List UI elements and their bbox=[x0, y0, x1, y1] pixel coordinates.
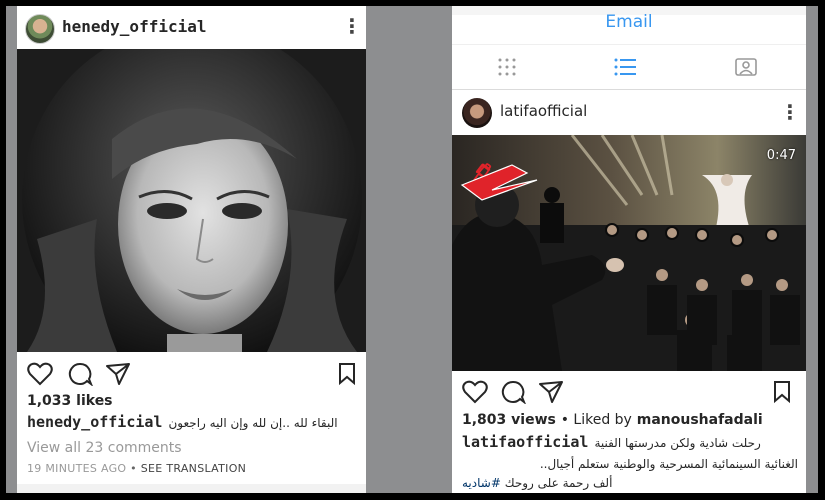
separator: • bbox=[130, 462, 137, 475]
caption-username[interactable]: henedy_official bbox=[27, 413, 162, 431]
email-button[interactable]: Email bbox=[452, 12, 806, 32]
post-header: henedy_official ⋮ bbox=[17, 6, 366, 49]
post-photo[interactable] bbox=[17, 49, 366, 352]
heart-icon[interactable] bbox=[27, 362, 53, 386]
post-video[interactable]: 🖋 0:47 bbox=[452, 135, 806, 371]
more-options-icon[interactable]: ⋮ bbox=[342, 16, 362, 36]
views-count[interactable]: 1,803 views bbox=[462, 412, 556, 428]
views-liked-by: 1,803 views • Liked by manoushafadali bbox=[462, 412, 763, 428]
liked-by-user[interactable]: manoushafadali bbox=[637, 412, 763, 428]
comment-icon[interactable] bbox=[67, 362, 93, 386]
caption: henedy_official البقاء لله ..إن لله وإن ا… bbox=[27, 413, 338, 431]
post-username[interactable]: latifaofficial bbox=[500, 102, 587, 120]
portrait-image bbox=[17, 49, 366, 352]
more-options-icon[interactable]: ⋮ bbox=[780, 102, 800, 122]
liked-by-prefix: • Liked by bbox=[560, 412, 632, 428]
bottom-nav-strip bbox=[17, 484, 366, 493]
share-icon[interactable] bbox=[538, 380, 564, 404]
bookmark-icon[interactable] bbox=[337, 362, 357, 386]
caption-text: البقاء لله ..إن لله وإن اليه راجعون bbox=[168, 416, 338, 430]
list-view-icon[interactable] bbox=[614, 57, 636, 77]
screenshot-frame: henedy_official ⋮ 1,033 likes henedy_off… bbox=[6, 6, 818, 493]
time-text: 19 MINUTES AGO bbox=[27, 462, 127, 475]
post-header: latifaofficial ⋮ bbox=[452, 90, 806, 136]
caption-line-3-text: ألف رحمة على روحك bbox=[504, 476, 613, 490]
right-post: Email latifaofficial ⋮ 🖋 0:47 1,803 view… bbox=[452, 6, 806, 493]
caption-line-2: الغنائية السينمائية المسرحية والوطنية ست… bbox=[539, 457, 798, 471]
view-comments-link[interactable]: View all 23 comments bbox=[27, 440, 182, 456]
hashtag-link[interactable]: #شاديه bbox=[462, 476, 501, 490]
caption-username[interactable]: latifaofficial bbox=[462, 433, 588, 451]
comment-icon[interactable] bbox=[500, 380, 526, 404]
heart-icon[interactable] bbox=[462, 380, 488, 404]
avatar[interactable] bbox=[462, 98, 492, 128]
left-post: henedy_official ⋮ 1,033 likes henedy_off… bbox=[17, 6, 366, 493]
orchestra-video-frame: 🖋 bbox=[452, 135, 806, 371]
video-duration: 0:47 bbox=[766, 148, 796, 163]
caption: latifaofficial رحلت شادية ولكن مدرستها ال… bbox=[462, 433, 761, 451]
post-username[interactable]: henedy_official bbox=[62, 17, 207, 36]
caption-line-3-wrap: ألف رحمة على روحك #شاديه bbox=[462, 476, 612, 490]
grid-view-icon[interactable] bbox=[497, 57, 517, 77]
caption-line-1: رحلت شادية ولكن مدرستها الفنية bbox=[594, 436, 761, 450]
likes-count[interactable]: 1,033 likes bbox=[27, 393, 113, 409]
share-icon[interactable] bbox=[105, 362, 131, 386]
see-translation-link[interactable]: SEE TRANSLATION bbox=[141, 462, 246, 475]
tagged-photos-icon[interactable] bbox=[735, 57, 757, 77]
profile-tabs bbox=[452, 44, 806, 90]
avatar[interactable] bbox=[25, 14, 55, 44]
bookmark-icon[interactable] bbox=[772, 380, 792, 404]
post-timestamp: 19 MINUTES AGO • SEE TRANSLATION bbox=[27, 462, 246, 475]
